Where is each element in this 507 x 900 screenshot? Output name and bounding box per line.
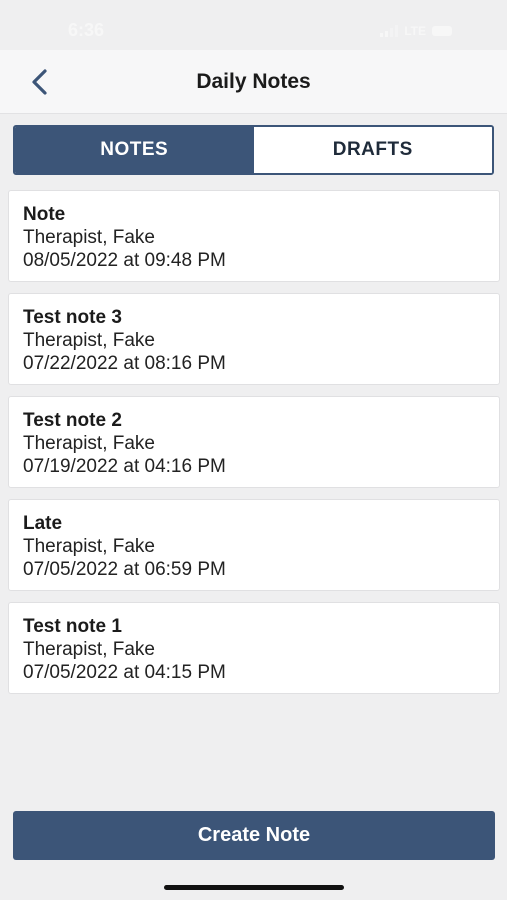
note-date: 07/05/2022 at 06:59 PM <box>23 559 226 580</box>
signal-bars-icon <box>380 25 399 37</box>
note-title: Test note 1 <box>23 616 122 637</box>
note-title: Late <box>23 513 63 534</box>
home-indicator <box>164 885 344 890</box>
note-therapist: Therapist, Fake <box>23 330 155 351</box>
status-bar: 6:36 LTE <box>0 0 507 50</box>
note-date: 07/19/2022 at 04:16 PM <box>23 456 226 477</box>
status-time: 6:36 <box>68 20 105 40</box>
tab-drafts[interactable]: DRAFTS <box>253 127 492 173</box>
note-card[interactable]: Test note 3 Therapist, Fake 07/22/2022 a… <box>8 293 500 385</box>
note-card[interactable]: Test note 1 Therapist, Fake 07/05/2022 a… <box>8 602 500 694</box>
note-title: Note <box>23 204 66 225</box>
network-label: LTE <box>404 24 426 38</box>
tab-notes[interactable]: NOTES <box>15 127 254 173</box>
note-date: 07/05/2022 at 04:15 PM <box>23 662 226 683</box>
create-note-button[interactable]: Create Note <box>13 811 495 860</box>
note-card[interactable]: Late Therapist, Fake 07/05/2022 at 06:59… <box>8 499 500 591</box>
notes-drafts-tabs: NOTES DRAFTS <box>13 125 494 175</box>
note-therapist: Therapist, Fake <box>23 433 155 454</box>
navigation-bar: Daily Notes <box>0 50 507 114</box>
note-card[interactable]: Test note 2 Therapist, Fake 07/19/2022 a… <box>8 396 500 488</box>
notes-list: Note Therapist, Fake 08/05/2022 at 09:48… <box>8 190 500 705</box>
note-title: Test note 3 <box>23 307 122 328</box>
daily-notes-screen: 6:36 LTE Daily Notes NOTES DRAFTS Note T… <box>0 0 507 900</box>
note-card[interactable]: Note Therapist, Fake 08/05/2022 at 09:48… <box>8 190 500 282</box>
note-therapist: Therapist, Fake <box>23 536 155 557</box>
note-date: 07/22/2022 at 08:16 PM <box>23 353 226 374</box>
battery-icon <box>432 26 452 36</box>
note-date: 08/05/2022 at 09:48 PM <box>23 250 226 271</box>
note-therapist: Therapist, Fake <box>23 227 155 248</box>
note-title: Test note 2 <box>23 410 122 431</box>
page-title: Daily Notes <box>196 70 311 93</box>
note-therapist: Therapist, Fake <box>23 639 155 660</box>
status-indicators: LTE <box>380 24 452 38</box>
